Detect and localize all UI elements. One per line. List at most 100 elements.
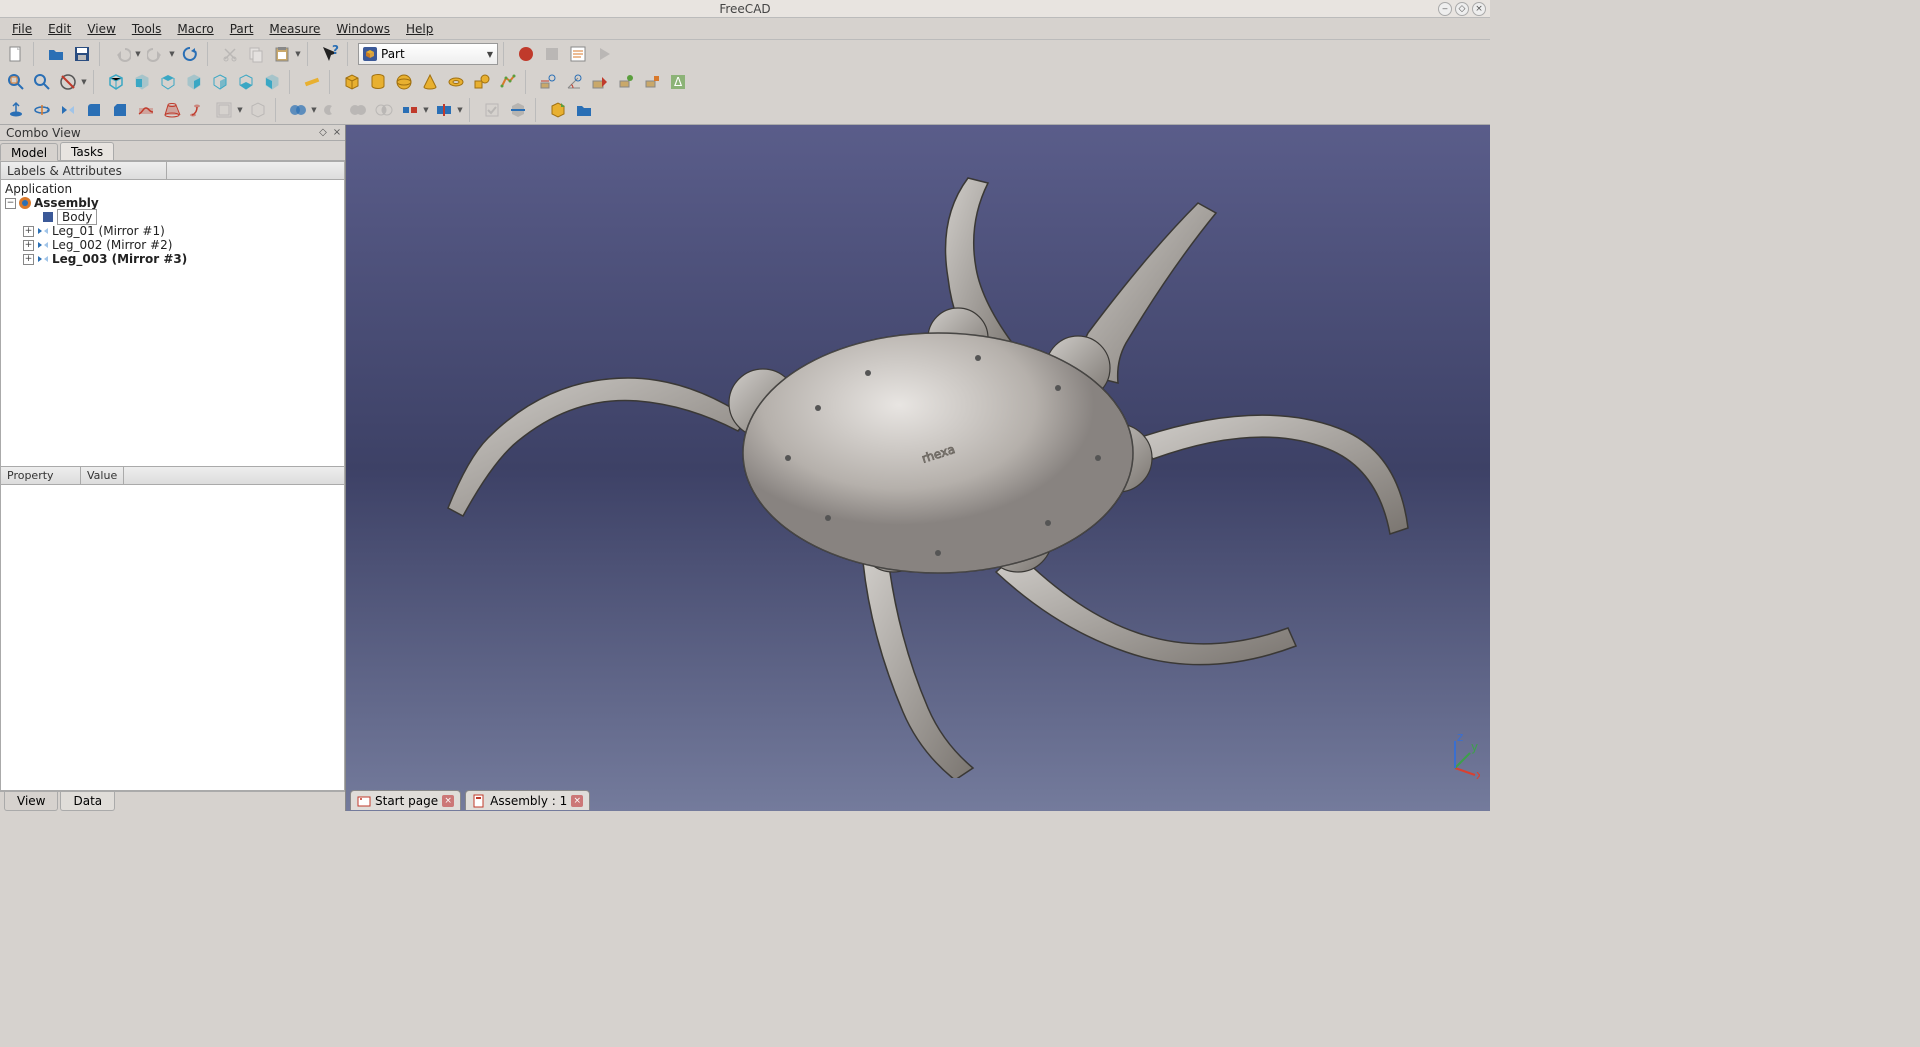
window-minimize-button[interactable]: ‒	[1438, 2, 1452, 16]
part-offset-icon[interactable]	[212, 98, 236, 122]
paste-dropdown-icon[interactable]: ▼	[294, 50, 302, 58]
measure-toggle-3d-icon[interactable]	[640, 70, 664, 94]
menu-file[interactable]: File	[4, 19, 40, 39]
view-rear-icon[interactable]	[208, 70, 232, 94]
part-extrude-icon[interactable]	[4, 98, 28, 122]
tab-start-page[interactable]: Start page ×	[350, 790, 461, 810]
cut-icon[interactable]	[218, 42, 242, 66]
part-revolve-icon[interactable]	[30, 98, 54, 122]
part-sphere-icon[interactable]	[392, 70, 416, 94]
part-fillet-icon[interactable]	[82, 98, 106, 122]
new-file-icon[interactable]	[4, 42, 28, 66]
part-sweep-icon[interactable]	[186, 98, 210, 122]
boolean-union-icon[interactable]	[346, 98, 370, 122]
tab-tasks[interactable]: Tasks	[60, 142, 114, 160]
tree-item-leg-01[interactable]: + Leg_01 (Mirror #1)	[1, 224, 344, 238]
view-front-icon[interactable]	[130, 70, 154, 94]
undo-dropdown-icon[interactable]: ▼	[134, 50, 142, 58]
zoom-selection-icon[interactable]	[30, 70, 54, 94]
measure-toggle-all-icon[interactable]	[614, 70, 638, 94]
value-column-header[interactable]: Value	[81, 467, 124, 484]
part-loft-icon[interactable]	[160, 98, 184, 122]
tree-root[interactable]: Application	[1, 182, 344, 196]
measure-linear-icon[interactable]	[536, 70, 560, 94]
tab-model[interactable]: Model	[0, 143, 58, 161]
model-tree[interactable]: Application − Assembly Body +	[1, 180, 344, 466]
view-isometric-icon[interactable]	[104, 70, 128, 94]
view-bottom-icon[interactable]	[234, 70, 258, 94]
boolean-cut-icon[interactable]	[320, 98, 344, 122]
paste-icon[interactable]	[270, 42, 294, 66]
expander-icon[interactable]: +	[23, 254, 34, 265]
close-tab-icon[interactable]: ×	[442, 795, 454, 807]
measure-clear-icon[interactable]	[588, 70, 612, 94]
open-file-icon[interactable]	[44, 42, 68, 66]
menu-macro[interactable]: Macro	[169, 19, 221, 39]
close-tab-icon[interactable]: ×	[571, 795, 583, 807]
window-close-button[interactable]: ×	[1472, 2, 1486, 16]
tree-item-leg-003[interactable]: + Leg_003 (Mirror #3)	[1, 252, 344, 266]
menu-help[interactable]: Help	[398, 19, 441, 39]
part-import-icon[interactable]	[546, 98, 570, 122]
menu-tools[interactable]: Tools	[124, 19, 170, 39]
macro-play-icon[interactable]	[592, 42, 616, 66]
offset-dropdown-icon[interactable]: ▼	[236, 106, 244, 114]
tab-assembly-1[interactable]: Assembly : 1 ×	[465, 790, 590, 810]
view-right-icon[interactable]	[182, 70, 206, 94]
tree-item-leg-002[interactable]: + Leg_002 (Mirror #2)	[1, 238, 344, 252]
part-thickness-icon[interactable]	[246, 98, 270, 122]
split-dropdown-icon[interactable]: ▼	[456, 106, 464, 114]
macro-record-icon[interactable]	[514, 42, 538, 66]
join-connect-icon[interactable]	[398, 98, 422, 122]
part-cylinder-icon[interactable]	[366, 70, 390, 94]
copy-icon[interactable]	[244, 42, 268, 66]
3d-viewport[interactable]: rhexa x y z Start page × Assembly : 1 ×	[346, 125, 1490, 811]
part-chamfer-icon[interactable]	[108, 98, 132, 122]
compound-dropdown-icon[interactable]: ▼	[310, 106, 318, 114]
expander-icon[interactable]: +	[23, 226, 34, 237]
menu-part[interactable]: Part	[222, 19, 262, 39]
menu-edit[interactable]: Edit	[40, 19, 79, 39]
split-icon[interactable]	[432, 98, 456, 122]
tab-data[interactable]: Data	[60, 792, 115, 811]
tree-item-assembly[interactable]: − Assembly	[1, 196, 344, 210]
part-box-icon[interactable]	[340, 70, 364, 94]
redo-dropdown-icon[interactable]: ▼	[168, 50, 176, 58]
menu-view[interactable]: View	[79, 19, 123, 39]
measure-distance-icon[interactable]	[300, 70, 324, 94]
window-maximize-button[interactable]: ◇	[1455, 2, 1469, 16]
part-ruled-surface-icon[interactable]	[134, 98, 158, 122]
boolean-intersect-icon[interactable]	[372, 98, 396, 122]
property-column-header[interactable]: Property	[1, 467, 81, 484]
measure-angular-icon[interactable]	[562, 70, 586, 94]
expander-icon[interactable]: −	[5, 198, 16, 209]
save-file-icon[interactable]	[70, 42, 94, 66]
panel-close-icon[interactable]: ×	[331, 127, 343, 139]
panel-float-icon[interactable]: ◇	[317, 127, 329, 139]
macro-list-icon[interactable]	[566, 42, 590, 66]
whatsthis-icon[interactable]: ?	[318, 42, 342, 66]
menu-windows[interactable]: Windows	[328, 19, 398, 39]
tree-item-body[interactable]: Body	[1, 210, 344, 224]
refresh-icon[interactable]	[178, 42, 202, 66]
section-cut-icon[interactable]	[506, 98, 530, 122]
part-export-icon[interactable]	[572, 98, 596, 122]
measure-toggle-delta-icon[interactable]: Δ	[666, 70, 690, 94]
draw-style-icon[interactable]	[56, 70, 80, 94]
redo-icon[interactable]	[144, 42, 168, 66]
tab-view[interactable]: View	[4, 792, 58, 811]
draw-style-dropdown-icon[interactable]: ▼	[80, 78, 88, 86]
check-geometry-icon[interactable]	[480, 98, 504, 122]
part-torus-icon[interactable]	[444, 70, 468, 94]
workbench-selector[interactable]: Part ▼	[358, 43, 498, 65]
expander-icon[interactable]: +	[23, 240, 34, 251]
part-primitives-icon[interactable]	[470, 70, 494, 94]
part-mirror-icon[interactable]	[56, 98, 80, 122]
part-shapebuilder-icon[interactable]	[496, 70, 520, 94]
join-dropdown-icon[interactable]: ▼	[422, 106, 430, 114]
undo-icon[interactable]	[110, 42, 134, 66]
menu-measure[interactable]: Measure	[261, 19, 328, 39]
macro-stop-icon[interactable]	[540, 42, 564, 66]
part-compound-icon[interactable]	[286, 98, 310, 122]
part-cone-icon[interactable]	[418, 70, 442, 94]
